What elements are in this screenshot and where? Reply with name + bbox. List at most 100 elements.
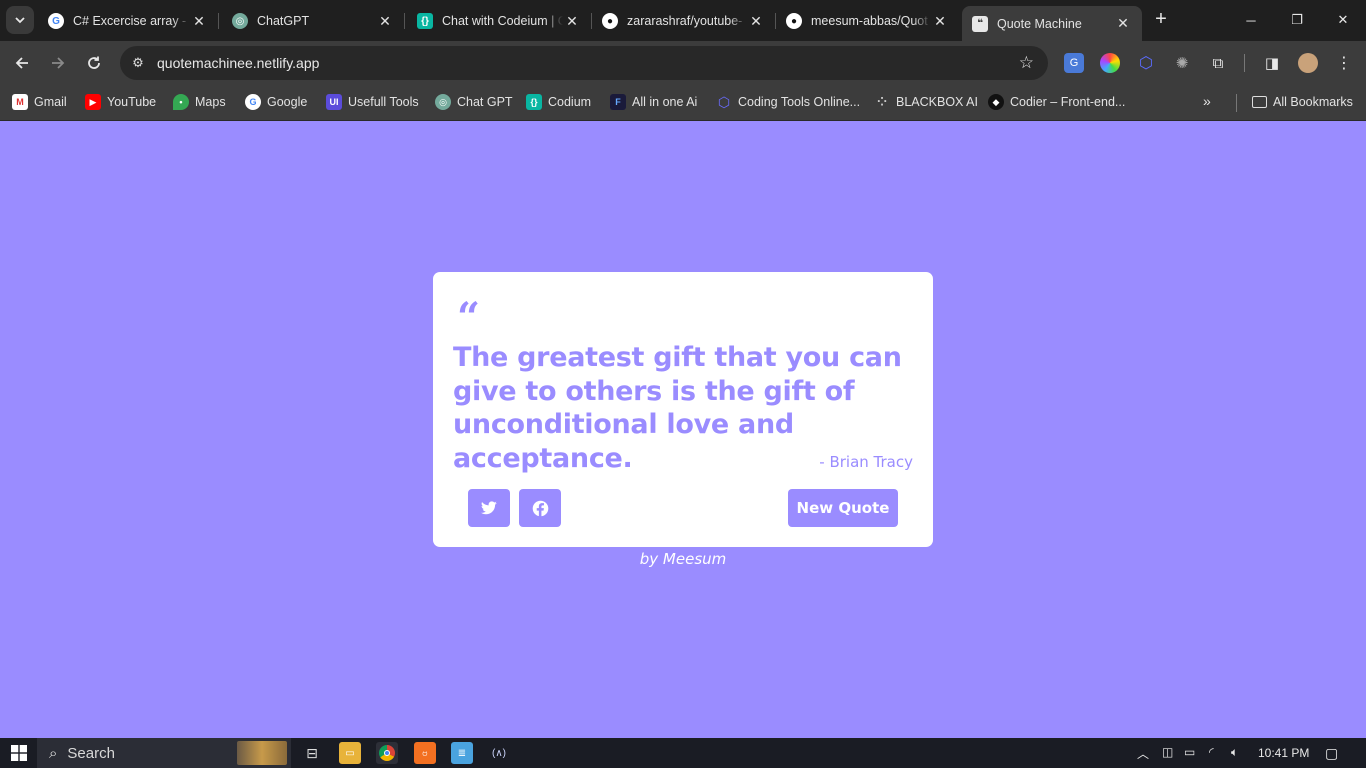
codeium-icon: {}	[417, 13, 433, 29]
bookmark-chat-gpt[interactable]: ◎ Chat GPT	[435, 92, 513, 112]
bookmark-gmail[interactable]: M Gmail	[12, 92, 67, 112]
bookmark-all-in-one-ai[interactable]: F All in one Ai	[610, 92, 697, 112]
bookmark-codier[interactable]: ◆ Codier – Front-end...	[988, 92, 1125, 112]
openai-extension-icon[interactable]: ✺	[1172, 53, 1192, 73]
wifi-icon[interactable]: ◜	[1209, 745, 1214, 759]
reload-icon	[88, 56, 100, 69]
url-text[interactable]: quotemachinee.netlify.app	[157, 55, 319, 71]
bookmark-coding-tools[interactable]: ⬡ Coding Tools Online...	[716, 92, 860, 112]
chrome-taskbar-icon[interactable]	[376, 742, 398, 764]
reload-button[interactable]	[80, 49, 108, 77]
quote-author: - Brian Tracy	[819, 453, 913, 471]
profile-avatar[interactable]	[1298, 53, 1318, 73]
new-tab-button[interactable]: +	[1150, 9, 1172, 31]
gmail-icon: M	[12, 94, 28, 110]
tab-codeium[interactable]: {} Chat with Codeium | C ✕	[407, 6, 592, 36]
author-byline: by Meesum	[639, 550, 727, 568]
tab-title: C# Excercise array - G	[73, 14, 190, 28]
bookmark-label: Codium	[548, 95, 592, 109]
extensions-puzzle-icon[interactable]: ⧉	[1208, 53, 1228, 73]
bookmark-star-icon[interactable]: ☆	[1019, 53, 1034, 73]
chevron-down-icon	[15, 17, 25, 24]
all-bookmarks-button[interactable]: All Bookmarks	[1252, 92, 1353, 112]
tweet-quote-button[interactable]	[468, 489, 510, 527]
bookmark-usefull-tools[interactable]: UI Usefull Tools	[326, 92, 419, 112]
coding-icon: ⬡	[717, 93, 731, 110]
tools-icon: UI	[326, 94, 342, 110]
vite-app-icon[interactable]: (∧)	[488, 742, 510, 764]
windows-logo-icon	[10, 745, 27, 761]
github-icon: ●	[602, 13, 618, 29]
file-explorer-icon[interactable]: ▭	[339, 742, 361, 764]
chatgpt-icon: ◎	[435, 94, 451, 110]
tab-title: zararashraf/youtube-	[627, 14, 743, 28]
windows-taskbar: ⌕ Search ⊟ ▭ ဗ ≣ (∧) ︿ ◫ ▭ ◜ 🔈︎ 10:41 PM…	[0, 738, 1366, 768]
site-info-icon[interactable]: ⚙	[130, 55, 146, 71]
window-close-button[interactable]: ✕	[1320, 0, 1366, 40]
tab-quote-machine[interactable]: ❝ Quote Machine ✕	[962, 6, 1142, 41]
share-facebook-button[interactable]	[519, 489, 561, 527]
menu-kebab-icon[interactable]: ⋮	[1334, 53, 1354, 73]
close-icon[interactable]: ✕	[1114, 15, 1132, 32]
new-quote-button[interactable]: New Quote	[788, 489, 898, 527]
restore-button[interactable]: ❐	[1274, 0, 1320, 40]
taskbar-search-box[interactable]: ⌕ Search	[37, 738, 291, 768]
hexagon-extension-icon[interactable]: ⬡	[1136, 53, 1156, 73]
bookmark-label: Chat GPT	[457, 95, 513, 109]
arrow-left-icon	[15, 57, 28, 69]
taskbar-clock[interactable]: 10:41 PM	[1258, 746, 1309, 760]
tab-github-quote[interactable]: ● meesum-abbas/Quot ✕	[776, 6, 959, 36]
bookmark-maps[interactable]: • Maps	[173, 92, 226, 112]
battery-icon[interactable]: ▭	[1184, 745, 1195, 759]
tab-search-button[interactable]	[6, 6, 34, 34]
bookmark-label: YouTube	[107, 95, 157, 109]
tab-github-youtube[interactable]: ● zararashraf/youtube- ✕	[592, 6, 776, 36]
forward-button[interactable]	[44, 49, 72, 77]
translate-extension-icon[interactable]: G	[1064, 53, 1084, 73]
xampp-icon[interactable]: ဗ	[414, 742, 436, 764]
volume-icon[interactable]: 🔈︎	[1231, 745, 1238, 760]
side-panel-icon[interactable]: ◨	[1262, 53, 1282, 73]
meet-now-icon[interactable]: ◫	[1162, 745, 1173, 759]
blackbox-icon: ⁘	[876, 95, 888, 109]
bookmark-codium[interactable]: {} Codium	[526, 92, 591, 112]
tab-title: ChatGPT	[257, 14, 310, 28]
back-button[interactable]	[8, 49, 36, 77]
bookmark-label: BLACKBOX AI	[896, 95, 978, 109]
bookmark-label: Codier – Front-end...	[1010, 95, 1126, 109]
more-bookmarks-chevron-icon[interactable]: »	[1203, 93, 1211, 109]
chatgpt-icon: ◎	[232, 13, 248, 29]
tray-overflow-chevron-icon[interactable]: ︿	[1137, 745, 1149, 762]
bookmark-youtube[interactable]: ▶ YouTube	[85, 92, 156, 112]
ai-icon: F	[610, 94, 626, 110]
codeium-icon: {}	[526, 94, 542, 110]
color-extension-icon[interactable]	[1100, 53, 1120, 73]
close-icon[interactable]: ✕	[563, 13, 581, 30]
twitter-icon	[481, 501, 497, 515]
bookmark-label: All in one Ai	[632, 95, 698, 109]
notification-icon[interactable]: ▢	[1325, 745, 1338, 762]
notepad-icon[interactable]: ≣	[451, 742, 473, 764]
all-bookmarks-label: All Bookmarks	[1273, 95, 1353, 109]
bookmark-label: Gmail	[34, 95, 67, 109]
close-icon[interactable]: ✕	[747, 13, 765, 30]
search-icon: ⌕	[49, 744, 58, 762]
tab-chatgpt[interactable]: ◎ ChatGPT ✕	[222, 6, 405, 36]
github-icon: ●	[786, 13, 802, 29]
page-content: “ The greatest gift that you can give to…	[0, 121, 1366, 738]
bookmark-google[interactable]: G Google	[245, 92, 307, 112]
close-icon[interactable]: ✕	[931, 13, 949, 30]
tab-csharp-exercise[interactable]: G C# Excercise array - G ✕	[38, 6, 219, 36]
arrow-right-icon	[52, 57, 65, 69]
close-icon[interactable]: ✕	[190, 13, 208, 30]
close-icon[interactable]: ✕	[376, 13, 394, 30]
start-button[interactable]	[0, 738, 37, 768]
search-highlight-image	[237, 741, 287, 765]
address-bar[interactable]: ⚙ quotemachinee.netlify.app ☆	[120, 46, 1048, 80]
facebook-icon	[532, 500, 548, 517]
bookmark-blackbox-ai[interactable]: ⁘ BLACKBOX AI	[874, 92, 978, 112]
task-view-icon[interactable]: ⊟	[301, 742, 323, 764]
quote-card: “ The greatest gift that you can give to…	[433, 272, 933, 547]
minimize-button[interactable]: ─	[1228, 0, 1274, 40]
google-icon: G	[245, 94, 261, 110]
